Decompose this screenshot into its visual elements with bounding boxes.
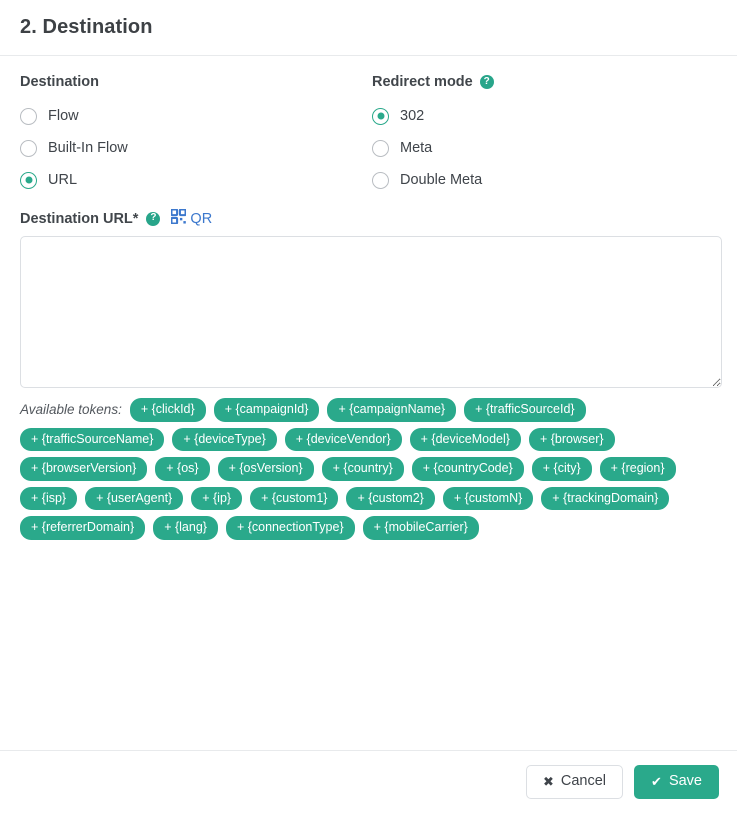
token-pill[interactable]: + {country} bbox=[321, 457, 404, 481]
question-mark-glyph: ? bbox=[150, 212, 157, 223]
radio-circle-selected-icon bbox=[372, 107, 389, 125]
radio-label: Built-In Flow bbox=[48, 140, 128, 156]
radio-circle-icon bbox=[20, 139, 37, 157]
check-icon: ✔ bbox=[651, 773, 662, 789]
radio-redirect-double-meta[interactable]: Double Meta bbox=[372, 164, 712, 196]
radio-label: Meta bbox=[400, 140, 433, 156]
token-pill[interactable]: + {custom2} bbox=[346, 486, 435, 510]
question-mark-glyph: ? bbox=[483, 75, 490, 87]
radio-circle-icon bbox=[372, 171, 389, 189]
radio-circle-icon bbox=[20, 107, 37, 125]
token-pill[interactable]: + {os} bbox=[155, 457, 210, 481]
redirect-mode-group-label: Redirect mode ? bbox=[372, 74, 712, 90]
panel-footer: ✖ Cancel ✔ Save bbox=[0, 750, 737, 813]
radio-label: 302 bbox=[400, 108, 425, 124]
radio-circle-icon bbox=[372, 139, 389, 157]
available-tokens-label: Available tokens: bbox=[20, 402, 122, 418]
token-pill[interactable]: + {userAgent} bbox=[85, 486, 184, 510]
save-button-label: Save bbox=[668, 773, 702, 790]
token-pill[interactable]: + {countryCode} bbox=[411, 457, 524, 481]
panel-header: 2. Destination bbox=[0, 0, 737, 56]
token-pill[interactable]: + {isp} bbox=[20, 486, 78, 510]
token-pill[interactable]: + {mobileCarrier} bbox=[362, 516, 479, 540]
redirect-mode-group-label-text: Redirect mode bbox=[372, 73, 473, 90]
token-pill[interactable]: + {trafficSourceId} bbox=[464, 398, 586, 422]
radio-circle-selected-icon bbox=[20, 171, 37, 189]
destination-group-label: Destination bbox=[20, 74, 372, 90]
available-tokens: Available tokens: + {clickId} + {campaign… bbox=[20, 398, 722, 540]
destination-url-label: Destination URL* bbox=[20, 210, 139, 227]
token-pill[interactable]: + {campaignId} bbox=[213, 398, 320, 422]
token-pill[interactable]: + {clickId} bbox=[129, 398, 206, 422]
token-pill[interactable]: + {deviceVendor} bbox=[284, 427, 402, 451]
token-pill[interactable]: + {lang} bbox=[153, 516, 218, 540]
token-pill[interactable]: + {browserVersion} bbox=[20, 457, 148, 481]
redirect-mode-group: Redirect mode ? 302 Meta Double Meta bbox=[372, 74, 712, 196]
radio-redirect-302[interactable]: 302 bbox=[372, 100, 712, 132]
cancel-button[interactable]: ✖ Cancel bbox=[525, 765, 624, 799]
token-pill[interactable]: + {campaignName} bbox=[327, 398, 457, 422]
destination-panel: 2. Destination Destination Flow Built-In… bbox=[0, 0, 737, 813]
close-icon: ✖ bbox=[542, 773, 554, 789]
qr-code-icon bbox=[170, 208, 187, 228]
qr-link[interactable]: QR bbox=[170, 208, 213, 228]
radio-label: Flow bbox=[48, 108, 79, 124]
cancel-button-label: Cancel bbox=[560, 773, 607, 790]
radio-destination-built-in-flow[interactable]: Built-In Flow bbox=[20, 132, 372, 164]
question-mark-icon[interactable]: ? bbox=[479, 75, 494, 89]
save-button[interactable]: ✔ Save bbox=[634, 765, 719, 799]
radio-destination-url[interactable]: URL bbox=[20, 164, 372, 196]
token-pill[interactable]: + {browser} bbox=[528, 427, 615, 451]
page-title: 2. Destination bbox=[20, 16, 153, 38]
token-pill[interactable]: + {trackingDomain} bbox=[541, 486, 670, 510]
token-pill[interactable]: + {referrerDomain} bbox=[20, 516, 146, 540]
radio-destination-flow[interactable]: Flow bbox=[20, 100, 372, 132]
destination-group-label-text: Destination bbox=[20, 73, 99, 90]
token-pill[interactable]: + {city} bbox=[531, 457, 592, 481]
token-pill[interactable]: + {custom1} bbox=[250, 486, 339, 510]
token-pill[interactable]: + {customN} bbox=[442, 486, 534, 510]
qr-link-label: QR bbox=[190, 210, 213, 227]
token-pill[interactable]: + {trafficSourceName} bbox=[20, 427, 165, 451]
token-pill[interactable]: + {connectionType} bbox=[225, 516, 355, 540]
radio-label: URL bbox=[48, 172, 78, 188]
destination-url-label-row: Destination URL* ? QR bbox=[20, 208, 719, 228]
token-pill[interactable]: + {osVersion} bbox=[217, 457, 314, 481]
radio-label: Double Meta bbox=[400, 172, 483, 188]
destination-url-input[interactable] bbox=[20, 236, 722, 388]
destination-group: Destination Flow Built-In Flow URL bbox=[20, 74, 372, 196]
question-mark-icon[interactable]: ? bbox=[146, 211, 161, 226]
token-pill[interactable]: + {region} bbox=[599, 457, 676, 481]
token-pill[interactable]: + {ip} bbox=[191, 486, 243, 510]
radio-columns: Destination Flow Built-In Flow URL Redir… bbox=[20, 74, 719, 196]
token-pill[interactable]: + {deviceType} bbox=[172, 427, 277, 451]
token-pill[interactable]: + {deviceModel} bbox=[409, 427, 521, 451]
panel-body: Destination Flow Built-In Flow URL Redir… bbox=[0, 56, 737, 750]
radio-redirect-meta[interactable]: Meta bbox=[372, 132, 712, 164]
destination-url-field: Destination URL* ? QR bbox=[20, 208, 722, 388]
